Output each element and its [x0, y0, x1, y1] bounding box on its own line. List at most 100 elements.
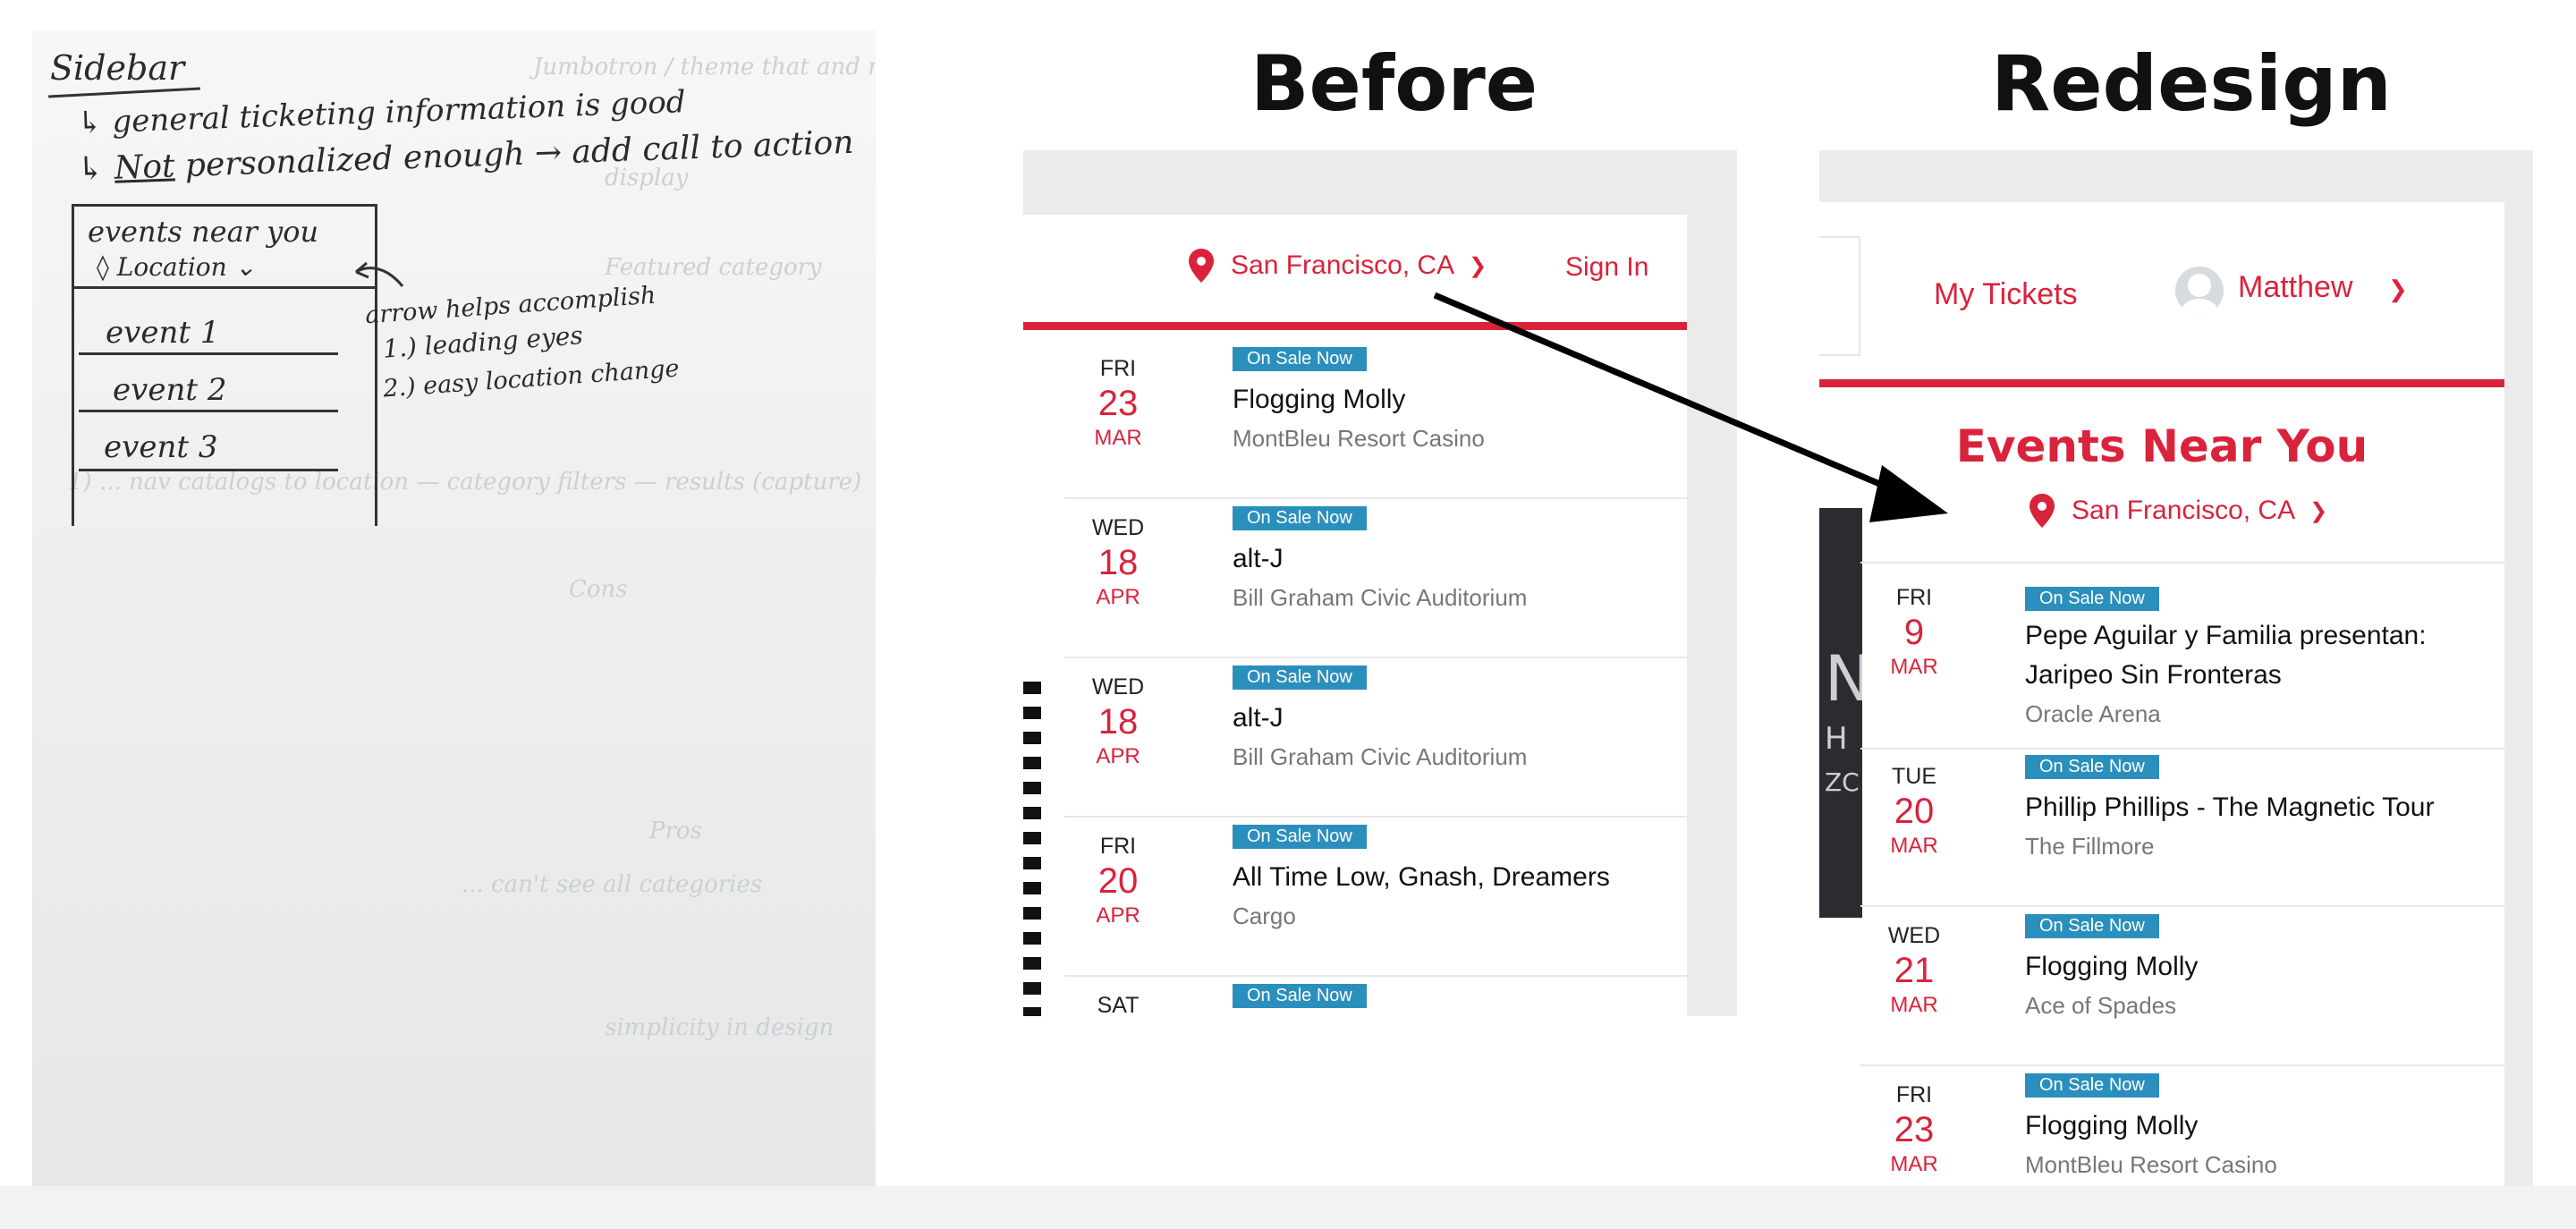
before-heading: Before [1250, 39, 1538, 129]
event-row[interactable]: WED 18 APR On Sale Now alt-J Bill Graham… [1064, 499, 1687, 658]
event-month: MAR [1890, 655, 1938, 679]
sketch-note-emphasis: Not [114, 148, 176, 187]
on-sale-badge: On Sale Now [2025, 914, 2159, 938]
event-title[interactable]: Flogging Molly [2025, 949, 2198, 985]
location-pin-icon [1189, 249, 1214, 283]
event-venue: Ace of Spades [2025, 992, 2177, 1019]
event-weekday: SAT [1097, 993, 1140, 1016]
event-row[interactable]: FRI 23 MAR On Sale Now Flogging Molly Mo… [1860, 1066, 2504, 1186]
user-menu-name[interactable]: Matthew [2238, 270, 2353, 305]
event-date: FRI 20 APR [1064, 818, 1172, 928]
event-venue: Cargo [1233, 903, 1296, 929]
my-tickets-link[interactable]: My Tickets [1934, 277, 2078, 312]
event-month: APR [1096, 903, 1140, 928]
faint-background-writing: ... can't see all categories [462, 871, 763, 898]
sketch-box-location: ◊ Location ⌄ [97, 252, 257, 282]
event-day: 20 [1894, 792, 1935, 831]
on-sale-badge: On Sale Now [1233, 506, 1367, 530]
header-divider [1819, 379, 2504, 387]
event-date: TUE 20 MAR [1860, 748, 1968, 859]
event-title-continued[interactable]: Jaripeo Sin Fronteras [2025, 657, 2427, 693]
location-label: San Francisco, CA [2072, 496, 2296, 525]
sketch-event: event 3 [104, 429, 218, 465]
event-date: WED 18 APR [1064, 499, 1172, 610]
faint-background-writing: Jumbotron / theme that and more [533, 54, 876, 81]
faint-background-writing: Featured category [605, 254, 822, 281]
sketch-arrow-icon [355, 261, 404, 287]
event-venue: The Fillmore [2025, 833, 2155, 860]
photo-text: ZC [1825, 767, 1860, 797]
sketch-event: event 2 [113, 372, 227, 408]
event-weekday: TUE [1892, 764, 1936, 789]
event-weekday: FRI [1895, 1082, 1933, 1107]
event-row[interactable]: FRI 9 MAR On Sale Now Pepe Aguilar y Fam… [1860, 562, 2504, 750]
faint-background-writing: Pros [649, 818, 702, 844]
event-weekday: FRI [1895, 585, 1933, 610]
chevron-down-icon: ❯ [1469, 253, 1487, 278]
event-month: MAR [1890, 1152, 1938, 1176]
faint-background-writing: Cons [569, 576, 628, 603]
event-date: SAT [1064, 977, 1172, 1016]
event-month: APR [1096, 585, 1140, 609]
event-month: APR [1096, 744, 1140, 768]
event-row[interactable]: TUE 20 MAR On Sale Now Phillip Phillips … [1860, 748, 2504, 907]
event-title[interactable]: All Time Low, Gnash, Dreamers [1233, 860, 1610, 895]
event-row[interactable]: FRI 23 MAR On Sale Now Flogging Molly Mo… [1064, 340, 1687, 499]
event-row[interactable]: SAT On Sale Now [1064, 977, 1687, 1016]
faint-background-writing: simplicity in design [605, 1014, 835, 1041]
event-day: 23 [1097, 384, 1139, 423]
chevron-down-icon: ❯ [2309, 498, 2328, 523]
event-day: 9 [1903, 613, 1925, 652]
events-near-you-title: Events Near You [1955, 420, 2368, 472]
location-pin-icon [2029, 494, 2055, 528]
on-sale-badge: On Sale Now [2025, 755, 2159, 779]
on-sale-badge: On Sale Now [1233, 665, 1367, 690]
event-title[interactable]: Flogging Molly [2025, 1108, 2277, 1144]
sketch-box-title: events near you [88, 215, 319, 249]
location-selector[interactable]: San Francisco, CA ❯ [1188, 249, 1487, 283]
event-month: MAR [1094, 426, 1142, 450]
event-day: 18 [1097, 543, 1139, 582]
event-title[interactable]: Phillip Phillips - The Magnetic Tour [2025, 790, 2434, 826]
event-photo-strip: N H ZC [1819, 508, 1862, 918]
event-title[interactable]: Pepe Aguilar y Familia presentan: [2025, 618, 2427, 654]
event-weekday: WED [1887, 923, 1941, 948]
header-divider [1023, 322, 1687, 330]
photo-text: N [1825, 642, 1862, 716]
location-selector[interactable]: San Francisco, CA ❯ [2029, 494, 2327, 528]
redesign-heading: Redesign [1991, 39, 2392, 129]
event-title[interactable]: Flogging Molly [1233, 382, 1485, 418]
event-day: 21 [1894, 951, 1935, 990]
sketch-box-line [79, 352, 338, 355]
sketch-photo: Jumbotron / theme that and more display … [32, 30, 876, 1186]
event-row[interactable]: WED 21 MAR On Sale Now Flogging Molly Ac… [1860, 907, 2504, 1066]
sign-in-link[interactable]: Sign In [1565, 252, 1648, 283]
sketch-reason: 2.) easy location change [382, 354, 681, 403]
event-venue: MontBleu Resort Casino [2025, 1151, 2277, 1178]
event-date: FRI 23 MAR [1860, 1066, 1968, 1177]
sketch-box-line [79, 410, 338, 412]
event-weekday: WED [1091, 674, 1145, 699]
event-venue: Bill Graham Civic Auditorium [1233, 584, 1528, 611]
event-date: WED 21 MAR [1860, 907, 1968, 1018]
sketch-box-line [72, 204, 375, 207]
event-day: 20 [1097, 861, 1139, 901]
search-bar-edge[interactable] [1819, 236, 1860, 356]
sketch-title: Sidebar [50, 48, 185, 88]
before-screenshot: San Francisco, CA ❯ Sign In FRI 23 MAR O… [1023, 150, 1737, 1016]
photo-text: H [1825, 721, 1848, 757]
location-label: San Francisco, CA [1231, 250, 1455, 280]
event-title[interactable]: alt-J [1233, 541, 1527, 577]
redesign-screenshot: My Tickets Matthew ❯ N H ZC Events Near … [1819, 150, 2533, 1186]
event-day: 18 [1097, 702, 1139, 742]
event-weekday: FRI [1099, 356, 1137, 381]
event-venue: MontBleu Resort Casino [1233, 425, 1485, 452]
avatar[interactable] [2175, 267, 2224, 315]
on-sale-badge: On Sale Now [1233, 347, 1367, 371]
event-title[interactable]: alt-J [1233, 700, 1527, 736]
event-row[interactable]: WED 18 APR On Sale Now alt-J Bill Graham… [1064, 658, 1687, 818]
on-sale-badge: On Sale Now [2025, 1073, 2159, 1098]
event-row[interactable]: FRI 20 APR On Sale Now All Time Low, Gna… [1064, 818, 1687, 977]
on-sale-badge: On Sale Now [1233, 825, 1367, 849]
chevron-down-icon[interactable]: ❯ [2388, 275, 2408, 303]
